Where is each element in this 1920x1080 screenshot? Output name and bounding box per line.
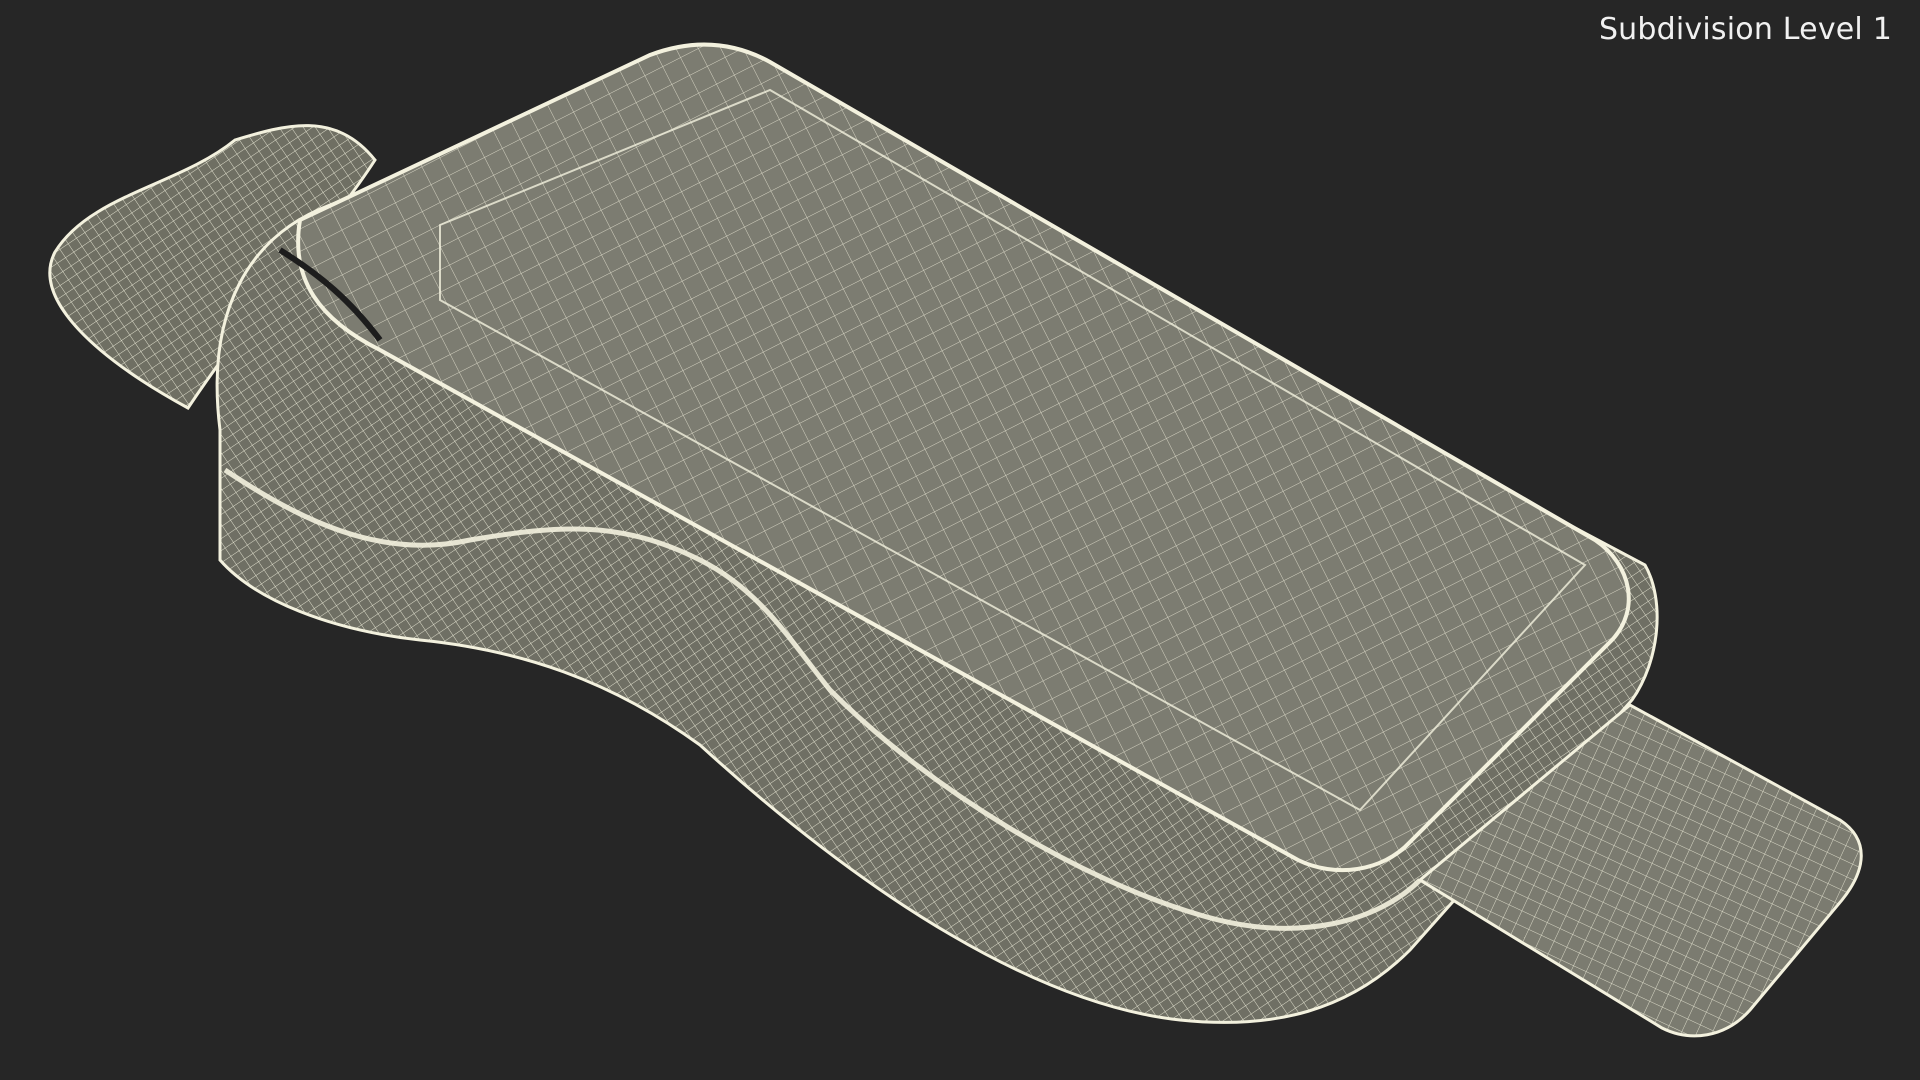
wireframe-render xyxy=(48,42,1863,1038)
subdivision-level-label: Subdivision Level 1 xyxy=(1598,12,1892,47)
render-viewport: Subdivision Level 1 xyxy=(0,0,1920,1080)
